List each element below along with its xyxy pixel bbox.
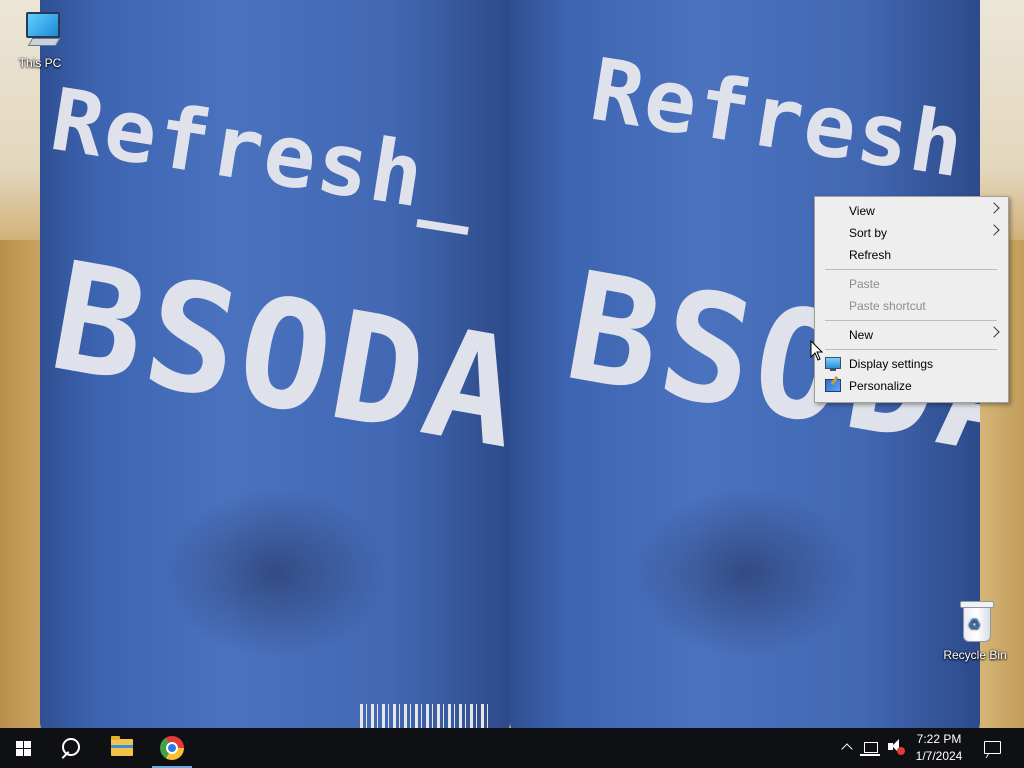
desktop-icon-recycle-bin[interactable]: ♻ Recycle Bin [937,600,1013,662]
chevron-up-icon [841,743,853,755]
desktop-icon-label: Recycle Bin [943,648,1007,662]
action-center-button[interactable] [978,728,1008,768]
chevron-right-icon [988,326,1000,338]
personalize-icon [825,379,841,392]
chrome-button[interactable] [148,728,196,768]
menu-item-sort-by[interactable]: Sort by [817,221,1006,243]
menu-item-display-settings[interactable]: Display settings [817,352,1006,374]
menu-item-label: Refresh [849,248,892,262]
desktop-icon-this-pc[interactable]: This PC [2,8,78,70]
menu-item-label: Sort by [849,226,888,240]
menu-item-label: Display settings [849,357,934,371]
windows-logo-icon [16,741,32,757]
desktop-context-menu: View Sort by Refresh Paste Paste shortcu… [814,196,1009,403]
menu-item-paste: Paste [817,272,1006,294]
file-explorer-button[interactable] [98,728,146,768]
chevron-right-icon [988,224,1000,236]
start-button[interactable] [0,728,48,768]
clock-time: 7:22 PM [916,732,962,746]
volume-button[interactable] [884,728,908,768]
menu-item-label: Paste shortcut [849,299,926,313]
menu-separator [825,349,997,350]
recycle-bin-icon: ♻ [951,600,999,646]
menu-item-label: View [849,204,875,218]
this-pc-icon [16,8,64,54]
display-settings-icon [825,357,841,371]
taskbar: 7:22 PM 1/7/2024 [0,728,1024,768]
menu-item-label: Paste [849,277,880,291]
menu-item-view[interactable]: View [817,199,1006,221]
show-hidden-icons-button[interactable] [838,728,856,768]
menu-item-personalize[interactable]: Personalize [817,374,1006,396]
menu-separator [825,269,997,270]
menu-item-paste-shortcut: Paste shortcut [817,294,1006,316]
wallpaper-text: BSODA! [40,230,510,500]
wallpaper-text: Refresh [584,40,972,198]
wallpaper-text: Refresh_ [44,70,485,237]
clock[interactable]: 7:22 PM 1/7/2024 [908,728,970,768]
network-icon [864,742,878,753]
chrome-icon [160,736,184,760]
menu-item-refresh[interactable]: Refresh [817,243,1006,265]
search-button[interactable] [48,728,96,768]
folder-icon [111,736,133,756]
clock-date: 1/7/2024 [915,749,963,763]
desktop-icon-label: This PC [18,56,62,70]
menu-item-new[interactable]: New [817,323,1006,345]
chevron-right-icon [988,202,1000,214]
wallpaper-barcode [360,704,490,728]
menu-separator [825,320,997,321]
wallpaper-can-left: Refresh_ BSODA! [40,0,510,728]
menu-item-label: Personalize [849,379,912,393]
menu-item-label: New [849,328,874,342]
network-button[interactable] [860,728,882,768]
